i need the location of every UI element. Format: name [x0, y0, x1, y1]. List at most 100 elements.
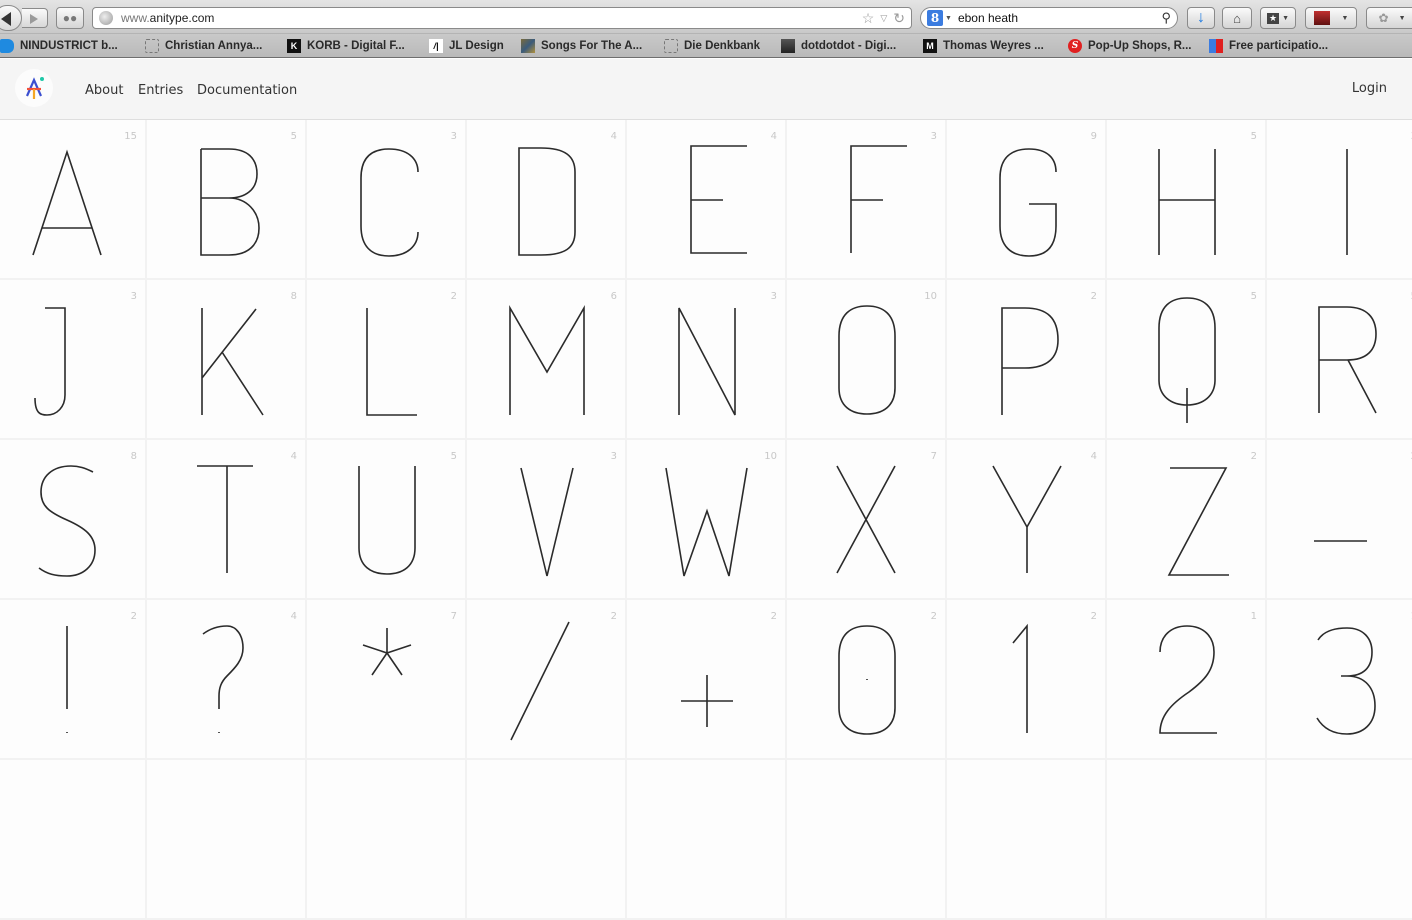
glyph-cell[interactable]: 3	[787, 120, 947, 280]
glyph-stroke	[34, 307, 66, 416]
magnifier-icon[interactable]: ⚲	[1161, 10, 1171, 26]
glyph-cell[interactable]: 7	[307, 600, 467, 760]
glyph-cell[interactable]: 2	[1267, 440, 1412, 600]
glyph-cell[interactable]: 2	[947, 280, 1107, 440]
bookmark-star-icon: ★	[1266, 12, 1280, 24]
nav-documentation[interactable]: Documentation	[197, 83, 297, 98]
globe-icon	[99, 11, 113, 25]
login-link[interactable]: Login	[1352, 81, 1387, 96]
glyph-cell[interactable]: 8	[147, 280, 307, 440]
glyph-cell[interactable]: 2	[0, 600, 147, 760]
bookmark-item[interactable]: Christian Annya...	[145, 37, 262, 55]
downloads-button[interactable]: ↓	[1187, 7, 1215, 29]
search-engine-icon[interactable]: 8	[927, 10, 943, 26]
glyph-cell[interactable]: 4	[147, 440, 307, 600]
glyph-cell[interactable]: 5	[307, 440, 467, 600]
reload-icon[interactable]: ↻	[893, 10, 905, 27]
glyph-stroke	[1158, 297, 1216, 423]
url-text[interactable]: www.anitype.com	[121, 11, 862, 25]
glyph-stroke	[1012, 623, 1028, 733]
glyph-stroke	[999, 148, 1057, 257]
back-button[interactable]	[0, 5, 22, 31]
address-bar[interactable]: www.anitype.com ☆ ▽ ↻	[92, 7, 912, 29]
glyph-drawing	[366, 308, 417, 416]
glyph-drawing	[202, 625, 244, 733]
glyph-cell[interactable]	[0, 760, 147, 920]
glyph-drawing	[200, 148, 260, 256]
nav-entries[interactable]: Entries	[138, 83, 183, 98]
search-bar[interactable]: 8 ▼ ebon heath ⚲	[920, 7, 1178, 29]
dropdown-icon[interactable]: ▽	[880, 13, 887, 24]
extensions-button[interactable]: ●●	[56, 7, 84, 29]
glyph-cell[interactable]	[627, 760, 787, 920]
bookmark-item[interactable]: Songs For The A...	[521, 37, 642, 55]
glyph-cell[interactable]: 5	[147, 120, 307, 280]
bookmark-item[interactable]: S Pop-Up Shops, R...	[1068, 37, 1192, 55]
engine-dropdown-icon[interactable]: ▼	[945, 15, 952, 22]
glyph-stroke	[362, 628, 412, 676]
glyph-cell[interactable]: 3	[0, 280, 147, 440]
nav-about[interactable]: About	[85, 83, 123, 98]
glyph-cell[interactable]: 9	[947, 120, 1107, 280]
addon-button-2[interactable]: ✿ ▼	[1366, 7, 1412, 29]
glyph-cell[interactable]: 2	[627, 600, 787, 760]
bookmarks-menu-button[interactable]: ★ ▼	[1260, 7, 1296, 29]
glyph-cell[interactable]: 2	[787, 600, 947, 760]
glyph-drawing	[1346, 149, 1348, 255]
glyph-cell[interactable]: 4	[147, 600, 307, 760]
bookmark-item[interactable]: M Thomas Weyres ...	[923, 37, 1044, 55]
glyph-drawing	[838, 625, 896, 735]
forward-button[interactable]	[22, 8, 48, 28]
bookmark-item[interactable]: /| JL Design	[429, 37, 504, 55]
glyph-cell[interactable]: 2	[467, 600, 627, 760]
bookmark-label: Christian Annya...	[165, 40, 263, 52]
glyph-cell[interactable]: 15	[0, 120, 147, 280]
glyph-cell[interactable]: 3	[467, 440, 627, 600]
glyph-cell[interactable]: 7	[787, 440, 947, 600]
glyph-cell[interactable]	[947, 760, 1107, 920]
glyph-cell[interactable]: 1	[1107, 600, 1267, 760]
bug-icon: ✿	[1378, 11, 1389, 25]
glyph-cell[interactable]: 10	[787, 280, 947, 440]
glyph-cell[interactable]: 3	[1267, 120, 1412, 280]
bookmark-item[interactable]: NINDUSTRICT b...	[0, 37, 118, 55]
glyph-cell[interactable]	[787, 760, 947, 920]
glyph-cell[interactable]: 2	[1107, 440, 1267, 600]
bookmark-item[interactable]: Free participatio...	[1209, 37, 1328, 55]
glyph-stroke	[1167, 467, 1229, 576]
glyph-cell[interactable]: 4	[627, 120, 787, 280]
glyph-drawing	[999, 148, 1057, 257]
glyph-grid: 155344395338263102558453107422247222211	[0, 120, 1412, 920]
glyph-cell[interactable]: 6	[467, 280, 627, 440]
glyph-drawing	[197, 465, 253, 573]
glyph-cell[interactable]: 1	[1267, 600, 1412, 760]
glyph-cell[interactable]: 3	[627, 280, 787, 440]
glyph-cell[interactable]	[1107, 760, 1267, 920]
glyph-cell[interactable]: 10	[627, 440, 787, 600]
star-icon[interactable]: ☆	[862, 10, 875, 27]
addon-button[interactable]: ▼	[1305, 7, 1357, 29]
glyph-cell[interactable]: 8	[0, 440, 147, 600]
glyph-stroke	[1159, 625, 1217, 734]
anitype-logo[interactable]	[15, 69, 53, 107]
glyph-cell[interactable]: 5	[1107, 120, 1267, 280]
bookmark-item[interactable]: Die Denkbank	[664, 37, 760, 55]
bookmark-item[interactable]: K KORB - Digital F...	[287, 37, 405, 55]
glyph-cell[interactable]	[307, 760, 467, 920]
glyph-cell[interactable]: 4	[947, 440, 1107, 600]
glyph-cell[interactable]	[1267, 760, 1412, 920]
glyph-cell[interactable]: 4	[467, 120, 627, 280]
glyph-cell[interactable]	[467, 760, 627, 920]
puzzle-icon: ●●	[62, 11, 78, 25]
glyph-cell[interactable]: 5	[1267, 280, 1412, 440]
glyph-cell[interactable]: 2	[307, 280, 467, 440]
home-button[interactable]: ⌂	[1222, 7, 1252, 29]
glyph-stroke	[1316, 627, 1376, 735]
search-input[interactable]: ebon heath	[958, 11, 1162, 25]
bookmark-item[interactable]: dotdotdot - Digi...	[781, 37, 896, 55]
glyph-cell[interactable]: 5	[1107, 280, 1267, 440]
glyph-cell[interactable]	[147, 760, 307, 920]
glyph-cell[interactable]: 3	[307, 120, 467, 280]
glyph-drawing	[665, 467, 748, 577]
glyph-cell[interactable]: 2	[947, 600, 1107, 760]
